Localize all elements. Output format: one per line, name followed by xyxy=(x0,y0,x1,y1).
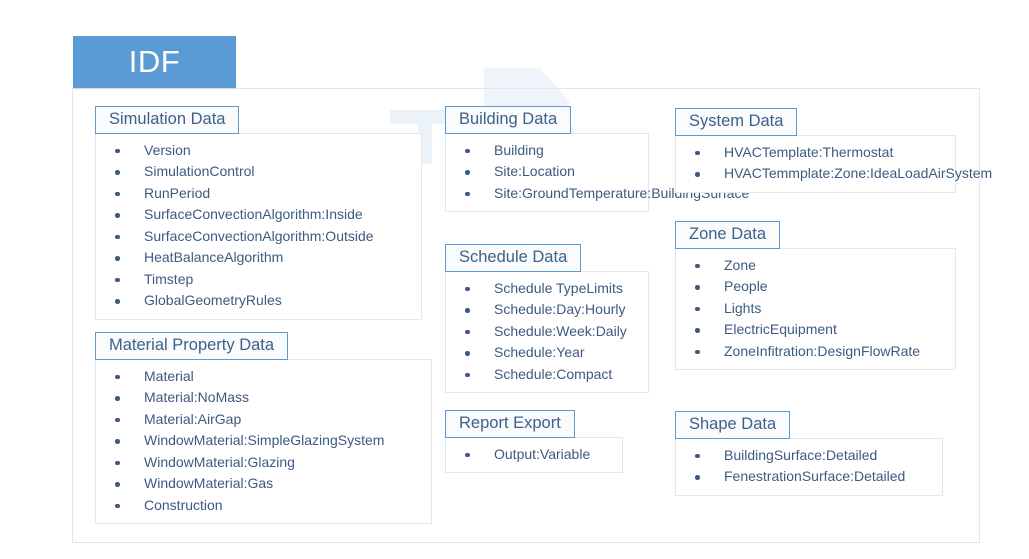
group-body-simulation-data: Version SimulationControl RunPeriod Surf… xyxy=(95,132,422,320)
group-title-zone-data: Zone Data xyxy=(675,221,781,249)
group-title-simulation-data: Simulation Data xyxy=(95,106,240,134)
group-title-material-property-data: Material Property Data xyxy=(95,332,289,360)
list-item: Site:Location xyxy=(452,161,642,183)
list-item: Version xyxy=(102,140,415,162)
item-list-building-data: Building Site:Location Site:GroundTemper… xyxy=(452,140,749,205)
list-item: Site:GroundTemperature:BuildingSurface xyxy=(452,183,749,205)
list-item: RunPeriod xyxy=(102,183,415,205)
item-list-system-data: HVACTemplate:Thermostat HVACTemmplate:Zo… xyxy=(682,142,992,185)
item-list-schedule-data: Schedule TypeLimits Schedule:Day:Hourly … xyxy=(452,278,642,386)
list-item: HVACTemmplate:Zone:IdeaLoadAirSystem xyxy=(682,163,992,185)
list-item: Schedule:Week:Daily xyxy=(452,321,642,343)
list-item: Lights xyxy=(682,298,949,320)
idf-banner: IDF xyxy=(73,36,236,88)
list-item: Material xyxy=(102,366,425,388)
list-item: ZoneInfitration:DesignFlowRate xyxy=(682,341,949,363)
group-building-data: Building Data Building Site:Location Sit… xyxy=(445,106,749,213)
group-body-shape-data: BuildingSurface:Detailed FenestrationSur… xyxy=(675,437,943,496)
group-title-building-data: Building Data xyxy=(445,106,572,134)
group-title-report-export: Report Export xyxy=(445,410,575,438)
list-item: HVACTemplate:Thermostat xyxy=(682,142,949,164)
item-list-simulation-data: Version SimulationControl RunPeriod Surf… xyxy=(102,140,415,312)
group-body-system-data: HVACTemplate:Thermostat HVACTemmplate:Zo… xyxy=(675,134,992,193)
group-title-shape-data: Shape Data xyxy=(675,411,791,439)
list-item: Schedule:Compact xyxy=(452,364,642,386)
item-list-report-export: Output:Variable xyxy=(452,444,616,466)
list-item: Timstep xyxy=(102,269,415,291)
list-item: Material:NoMass xyxy=(102,387,425,409)
list-item: WindowMaterial:SimpleGlazingSystem xyxy=(102,430,425,452)
group-title-system-data: System Data xyxy=(675,108,798,136)
list-item: Zone xyxy=(682,255,949,277)
list-item: HeatBalanceAlgorithm xyxy=(102,247,415,269)
list-item: WindowMaterial:Glazing xyxy=(102,452,425,474)
item-list-shape-data: BuildingSurface:Detailed FenestrationSur… xyxy=(682,445,936,488)
item-list-material-property-data: Material Material:NoMass Material:AirGap… xyxy=(102,366,425,517)
list-item: People xyxy=(682,276,949,298)
group-title-schedule-data: Schedule Data xyxy=(445,244,582,272)
list-item: ElectricEquipment xyxy=(682,319,949,341)
group-zone-data: Zone Data Zone People Lights ElectricEqu… xyxy=(675,221,956,371)
list-item: Schedule:Year xyxy=(452,342,642,364)
list-item: BuildingSurface:Detailed xyxy=(682,445,936,467)
list-item: Schedule:Day:Hourly xyxy=(452,299,642,321)
group-material-property-data: Material Property Data Material Material… xyxy=(95,332,432,525)
group-body-building-data: Building Site:Location Site:GroundTemper… xyxy=(445,132,749,213)
list-item: SurfaceConvectionAlgorithm:Inside xyxy=(102,204,415,226)
diagram-canvas: IDF Simulation Data Version SimulationCo… xyxy=(0,0,1029,559)
group-schedule-data: Schedule Data Schedule TypeLimits Schedu… xyxy=(445,244,649,394)
group-body-schedule-data: Schedule TypeLimits Schedule:Day:Hourly … xyxy=(445,270,649,394)
list-item: SimulationControl xyxy=(102,161,415,183)
group-system-data: System Data HVACTemplate:Thermostat HVAC… xyxy=(675,108,992,193)
list-item: Material:AirGap xyxy=(102,409,425,431)
group-body-zone-data: Zone People Lights ElectricEquipment Zon… xyxy=(675,247,956,371)
group-simulation-data: Simulation Data Version SimulationContro… xyxy=(95,106,422,320)
list-item: GlobalGeometryRules xyxy=(102,290,415,312)
group-body-report-export: Output:Variable xyxy=(445,436,623,474)
list-item: SurfaceConvectionAlgorithm:Outside xyxy=(102,226,415,248)
group-shape-data: Shape Data BuildingSurface:Detailed Fene… xyxy=(675,411,943,496)
list-item: FenestrationSurface:Detailed xyxy=(682,466,936,488)
list-item: WindowMaterial:Gas xyxy=(102,473,425,495)
list-item: Construction xyxy=(102,495,425,517)
group-report-export: Report Export Output:Variable xyxy=(445,410,623,474)
list-item: Building xyxy=(452,140,642,162)
item-list-zone-data: Zone People Lights ElectricEquipment Zon… xyxy=(682,255,949,363)
list-item: Schedule TypeLimits xyxy=(452,278,642,300)
list-item: Output:Variable xyxy=(452,444,616,466)
group-body-material-property-data: Material Material:NoMass Material:AirGap… xyxy=(95,358,432,525)
